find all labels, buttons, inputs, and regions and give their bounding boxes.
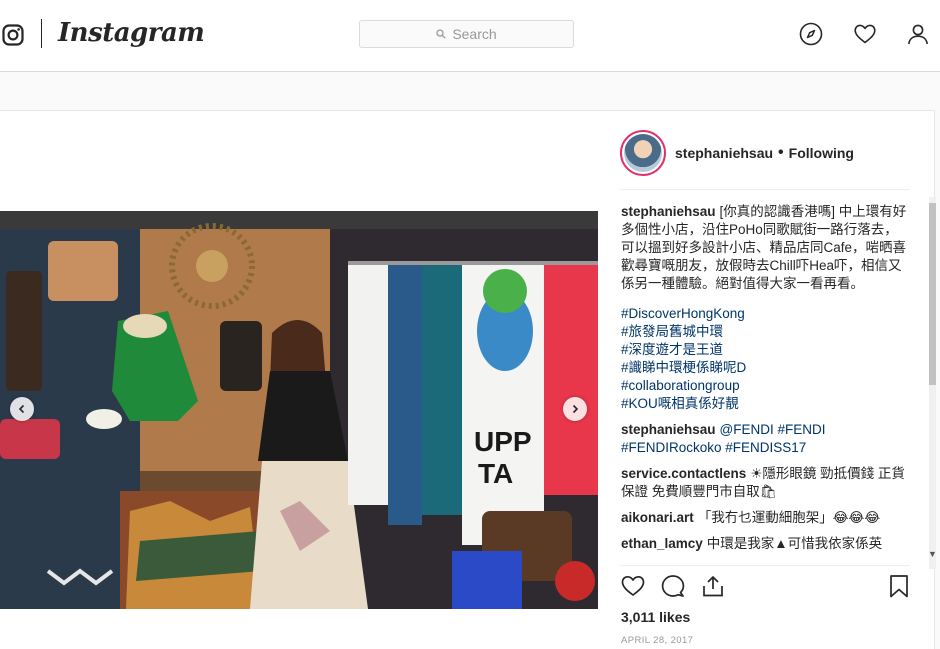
post-sidebar: stephaniehsau • Following stephaniehsau[… — [598, 111, 938, 649]
comment: aikonari.art 「我冇乜運動細胞架」😂😂😂 — [621, 509, 911, 527]
comment: ethan_lamcy 中環是我家▲可惜我依家係英 — [621, 535, 911, 553]
hashtag[interactable]: #旅發局舊城中環 — [621, 323, 911, 341]
caption-username[interactable]: stephaniehsau — [621, 204, 716, 219]
post-date: APRIL 28, 2017 — [621, 635, 694, 646]
hashtag[interactable]: #DiscoverHongKong — [621, 305, 911, 323]
header-divider — [620, 189, 910, 190]
nav-divider — [41, 19, 42, 48]
instagram-wordmark[interactable]: Instagram — [58, 18, 205, 48]
comment-username[interactable]: stephaniehsau — [621, 422, 716, 437]
caption: stephaniehsau [你真的認識香港嗎] 中上環有好多個性小店，沿住PoH… — [621, 203, 911, 293]
hashtag[interactable]: #KOU嘅相真係好靚 — [621, 395, 911, 413]
hashtag-list: #DiscoverHongKong #旅發局舊城中環 #深度遊才是王道 #識睇中… — [621, 305, 911, 413]
post-actions — [620, 573, 918, 601]
search-input[interactable]: Search — [359, 20, 574, 48]
top-nav: Instagram Search — [0, 0, 940, 72]
comments-scrollbar-thumb[interactable] — [929, 203, 936, 385]
svg-text:TA: TA — [478, 458, 513, 489]
following-button[interactable]: Following — [789, 145, 854, 161]
compass-icon[interactable] — [799, 22, 823, 46]
avatar-image — [624, 134, 662, 172]
chevron-right-icon — [572, 404, 579, 414]
post-header: stephaniehsau • Following — [620, 127, 910, 179]
svg-text:UPP: UPP — [474, 426, 532, 457]
heart-icon[interactable] — [853, 22, 877, 46]
heart-outline-icon[interactable] — [620, 573, 646, 599]
post-photo[interactable]: UPP TA — [0, 211, 598, 609]
instagram-glyph-icon[interactable] — [2, 24, 24, 46]
comment: stephaniehsau @FENDI #FENDI #FENDIRockoko… — [621, 421, 911, 457]
post-author-username[interactable]: stephaniehsau — [675, 145, 773, 161]
scroll-down-arrow-icon[interactable]: ▼ — [927, 549, 938, 561]
share-icon[interactable] — [700, 573, 726, 599]
next-photo-button[interactable] — [563, 397, 587, 421]
hashtag[interactable]: #識睇中環梗係睇呢D — [621, 359, 911, 377]
hashtag[interactable]: #collaborationgroup — [621, 377, 911, 395]
likes-count[interactable]: 3,011 likes — [621, 609, 690, 625]
actions-divider — [620, 565, 910, 566]
comment-username[interactable]: ethan_lamcy — [621, 536, 703, 551]
comment-icon[interactable] — [660, 573, 686, 599]
comment: service.contactlens ☀隱形眼鏡 勁抵價錢 正貨保證 免費順豐門… — [621, 465, 911, 501]
comment-text: 「我冇乜運動細胞架」😂😂😂 — [697, 510, 881, 525]
comment-text: 中環是我家▲可惜我依家係英 — [706, 536, 883, 551]
search-icon — [436, 29, 446, 39]
user-icon[interactable] — [906, 22, 930, 46]
comments-list[interactable]: stephaniehsau [你真的認識香港嗎] 中上環有好多個性小店，沿住PoH… — [621, 203, 911, 573]
avatar[interactable] — [620, 130, 666, 176]
search-placeholder: Search — [452, 26, 497, 42]
header-separator: • — [778, 144, 784, 161]
post-card: UPP TA stephaniehsau • Following stephan… — [0, 110, 938, 649]
comment-username[interactable]: aikonari.art — [621, 510, 694, 525]
chevron-left-icon — [18, 404, 25, 414]
previous-photo-button[interactable] — [10, 397, 34, 421]
comment-username[interactable]: service.contactlens — [621, 466, 746, 481]
hashtag[interactable]: #深度遊才是王道 — [621, 341, 911, 359]
bookmark-icon[interactable] — [886, 573, 912, 599]
